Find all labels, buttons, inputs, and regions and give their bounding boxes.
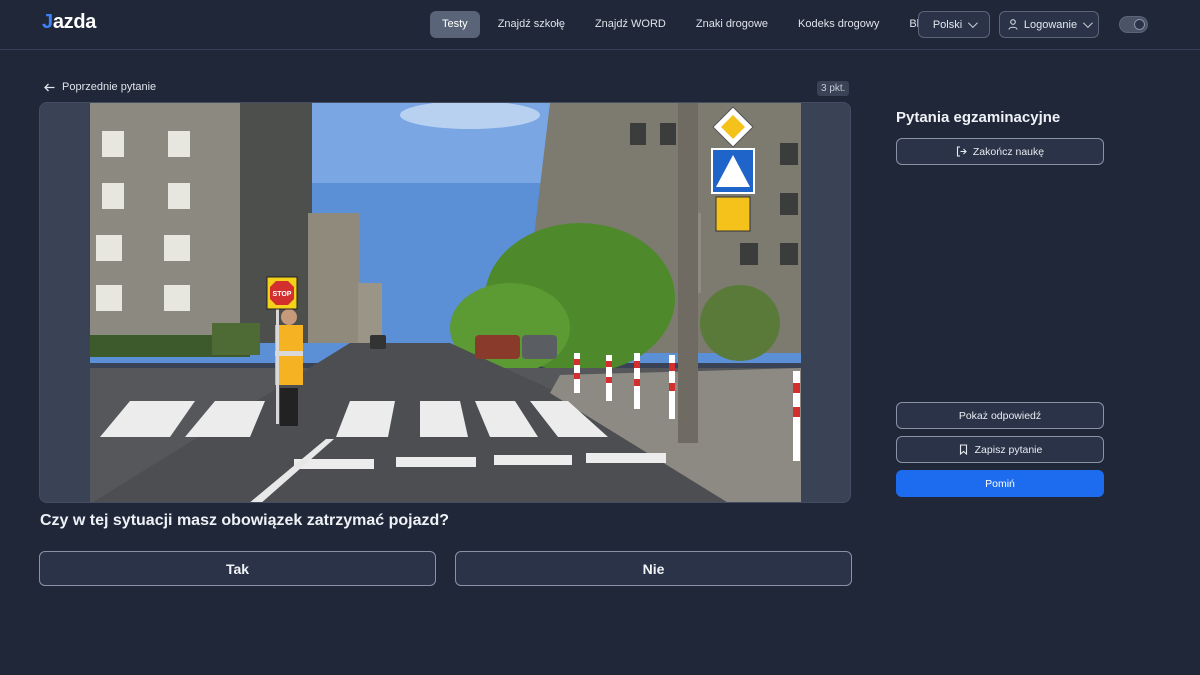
language-label: Polski — [932, 18, 963, 31]
moon-icon — [1134, 19, 1145, 30]
skip-button[interactable]: Pomiń — [896, 470, 1104, 497]
nav-item-tests[interactable]: Testy — [430, 11, 480, 38]
show-answer-button[interactable]: Pokaż odpowiedź — [896, 402, 1104, 429]
save-question-label: Zapisz pytanie — [974, 443, 1043, 456]
logo-letter: J — [42, 11, 53, 33]
nav-item-find-school[interactable]: Znajdź szkołę — [486, 11, 577, 38]
save-question-button[interactable]: Zapisz pytanie — [896, 436, 1104, 463]
stop-sign-text: STOP — [273, 291, 292, 298]
question-image-frame: STOP — [39, 102, 851, 503]
chevron-down-icon — [1083, 18, 1093, 29]
sign-pole — [678, 103, 698, 443]
theme-toggle[interactable] — [1119, 16, 1148, 33]
language-dropdown[interactable]: Polski — [918, 11, 990, 38]
question-photo: STOP — [90, 103, 801, 502]
finish-learning-label: Zakończ naukę — [972, 145, 1045, 158]
login-dropdown[interactable]: Logowanie — [999, 11, 1099, 38]
children-warning-sign — [715, 196, 751, 232]
top-navbar: Jazda Testy Znajdź szkołę Znajdź WORD Zn… — [0, 0, 1200, 50]
chevron-down-icon — [968, 18, 979, 29]
finish-learning-button[interactable]: Zakończ naukę — [896, 138, 1104, 165]
logo-text: azda — [52, 11, 97, 33]
question-text: Czy w tej sytuacji masz obowiązek zatrzy… — [40, 512, 450, 529]
answer-no-button[interactable]: Nie — [455, 551, 852, 586]
points-badge: 3 pkt. — [817, 81, 850, 96]
previous-question-link[interactable]: Poprzednie pytanie — [44, 81, 156, 93]
login-label: Logowanie — [1023, 18, 1078, 31]
nav-item-road-signs[interactable]: Znaki drogowe — [684, 11, 780, 38]
previous-question-label: Poprzednie pytanie — [62, 81, 157, 93]
bookmark-icon — [959, 444, 967, 455]
sidebar-title: Pytania egzaminacyjne — [896, 109, 1061, 126]
user-icon — [1008, 19, 1018, 30]
main-nav: Testy Znajdź szkołę Znajdź WORD Znaki dr… — [430, 11, 949, 38]
nav-item-find-word[interactable]: Znajdź WORD — [583, 11, 678, 38]
nav-item-traffic-code[interactable]: Kodeks drogowy — [786, 11, 891, 38]
arrow-left-icon — [44, 83, 55, 91]
logout-icon — [956, 146, 967, 157]
answer-yes-button[interactable]: Tak — [39, 551, 436, 586]
site-logo[interactable]: Jazda — [42, 11, 96, 34]
